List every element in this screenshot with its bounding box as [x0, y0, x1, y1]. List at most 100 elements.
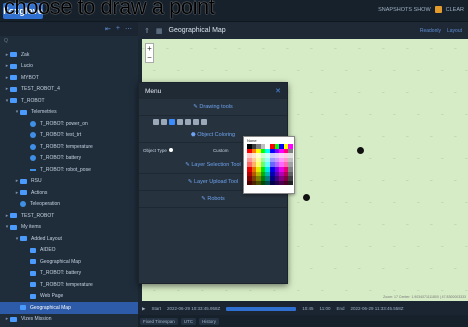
sidebar-item-label: RSU [31, 178, 42, 185]
sidebar-item[interactable]: ▸ Zak [0, 49, 138, 61]
sidebar-item-label: Web Page [40, 293, 64, 300]
map-panel-header: ⇑ ▦ Geographical Map Readonly Layout [138, 22, 468, 39]
line-tool-icon[interactable] [161, 119, 167, 125]
map-terrain-mark: ⁗ [441, 69, 444, 74]
sidebar-item[interactable]: T_ROBOT: robot_pose [0, 164, 138, 176]
sidebar-item-label: Added Layout [31, 235, 62, 242]
panel-icon [30, 270, 36, 276]
sidebar-item[interactable]: ▸ Lucio [0, 61, 138, 73]
map-point-marker[interactable] [357, 147, 364, 154]
zoom-in-button[interactable]: + [146, 44, 153, 53]
object-type-label: Object Type [143, 147, 167, 153]
map-terrain-mark: ⁗ [430, 179, 433, 184]
timespan-dropdown[interactable]: Fixed Timespan [140, 317, 178, 325]
map-terrain-mark: ⁗ [153, 289, 156, 294]
sidebar-item[interactable]: ▾ T_ROBOT [0, 95, 138, 107]
sidebar-item[interactable]: ▸ Actions [0, 187, 138, 199]
map-terrain-mark: ⁗ [358, 267, 361, 272]
map-terrain-mark: ⁗ [310, 179, 313, 184]
point-tool-icon[interactable] [169, 119, 175, 125]
map-terrain-mark: ⁗ [358, 223, 361, 228]
map-terrain-mark: ⁗ [465, 245, 468, 250]
map-terrain-mark: ⁗ [406, 267, 409, 272]
clear-button[interactable]: CLEAR [446, 7, 464, 13]
timeline-mid: 10:45 [302, 306, 314, 311]
timeline-progress[interactable] [226, 306, 297, 311]
sidebar-item[interactable]: ▸ RSU [0, 176, 138, 188]
collapse-icon[interactable]: ⇤ [105, 25, 111, 33]
topic-icon [30, 143, 36, 150]
map-terrain-mark: ⁗ [417, 245, 420, 250]
sidebar-item-label: TEST_ROBOT_4 [21, 86, 60, 93]
sidebar-item[interactable]: AIDEO [0, 245, 138, 257]
timezone-dropdown[interactable]: UTC [180, 317, 197, 325]
sidebar-item[interactable]: ▸ MYBOT [0, 72, 138, 84]
sidebar-search-input[interactable]: Q [4, 38, 134, 47]
sidebar-item-label: Geographical Map [30, 304, 71, 311]
snapshots-button[interactable]: SNAPSHOTS SHOW [378, 7, 431, 13]
map-terrain-mark: ⁗ [369, 289, 372, 294]
sidebar-item[interactable]: ▸ TEST_ROBOT [0, 210, 138, 222]
map-terrain-mark: ⁗ [369, 113, 372, 118]
map-terrain-mark: ⁗ [166, 47, 169, 52]
map-terrain-mark: ⁗ [334, 47, 337, 52]
map-terrain-mark: ⁗ [249, 289, 252, 294]
sidebar-item[interactable]: ▸ Vizes Mission [0, 314, 138, 326]
timeline-end-time: 11:00 [319, 306, 331, 311]
sidebar-item[interactable]: T_ROBOT: temperature [0, 279, 138, 291]
sidebar-item[interactable]: T_ROBOT: temperature [0, 141, 138, 153]
readonly-button[interactable]: Readonly [420, 28, 441, 34]
zoom-out-button[interactable]: − [146, 53, 153, 62]
sidebar-item-label: Geographical Map [40, 258, 81, 265]
sidebar-item[interactable]: ▾ Telemetries [0, 107, 138, 119]
pointer-tool-icon[interactable] [153, 119, 159, 125]
sidebar-item-label: T_ROBOT: battery [40, 155, 82, 162]
sidebar-item-label: T_ROBOT [21, 97, 45, 104]
map-terrain-mark: ⁗ [321, 201, 324, 206]
panel-icon [30, 247, 36, 253]
map-terrain-mark: ⁗ [465, 69, 468, 74]
no-color-option[interactable]: None [247, 138, 257, 143]
map-terrain-mark: ⁗ [273, 69, 276, 74]
map-terrain-mark: ⁗ [454, 47, 457, 52]
menu-title: Menu [145, 87, 162, 95]
sidebar-item-label: Zak [21, 51, 30, 58]
map-terrain-mark: ⁗ [297, 201, 300, 206]
play-button[interactable]: ▶ [142, 306, 145, 312]
edit-tool-icon[interactable] [193, 119, 199, 125]
sidebar-item[interactable]: ▸ TEST_ROBOT_4 [0, 84, 138, 96]
more-icon[interactable]: ⋯ [125, 25, 132, 33]
polygon-tool-icon[interactable] [177, 119, 183, 125]
map-terrain-mark: ⁗ [177, 289, 180, 294]
sidebar-item-label: T_ROBOT: temperature [40, 281, 93, 288]
folder-icon [20, 109, 27, 115]
map-terrain-mark: ⁗ [417, 69, 420, 74]
sidebar-item[interactable]: T_ROBOT: battery [0, 153, 138, 165]
sidebar-item-label: TEST_ROBOT [21, 212, 55, 219]
sidebar-item[interactable]: ▾ My items [0, 222, 138, 234]
sidebar-item[interactable]: T_ROBOT: test_trt [0, 130, 138, 142]
sidebar-item[interactable]: ▾ Added Layout [0, 233, 138, 245]
rectangle-tool-icon[interactable] [185, 119, 191, 125]
menu-header: Menu ✕ [139, 83, 287, 99]
map-terrain-mark: ⁗ [310, 47, 313, 52]
close-icon[interactable]: ✕ [275, 87, 281, 95]
drawing-tools-button[interactable]: ✎ Drawing tools [139, 99, 287, 116]
sidebar-item[interactable]: T_ROBOT: power_on [0, 118, 138, 130]
sidebar-item[interactable]: Web Page [0, 291, 138, 303]
pin-icon[interactable]: ⇑ [144, 27, 150, 35]
sidebar-item[interactable]: Teleoperation [0, 199, 138, 211]
history-dropdown[interactable]: History [199, 317, 220, 325]
layout-button[interactable]: Layout [447, 28, 462, 34]
folder-icon [10, 86, 17, 92]
delete-tool-icon[interactable] [201, 119, 207, 125]
color-swatch[interactable] [288, 180, 293, 186]
sidebar-item[interactable]: T_ROBOT: battery [0, 268, 138, 280]
object-type-radio[interactable] [168, 148, 173, 152]
map-terrain-mark: ⁗ [441, 201, 444, 206]
sidebar-item[interactable]: Geographical Map [0, 256, 138, 268]
add-icon[interactable]: + [116, 25, 120, 33]
sidebar-item[interactable]: Geographical Map [0, 302, 138, 314]
overlay-instruction: choose to draw a point [4, 0, 215, 19]
map-point-marker[interactable] [303, 194, 310, 201]
